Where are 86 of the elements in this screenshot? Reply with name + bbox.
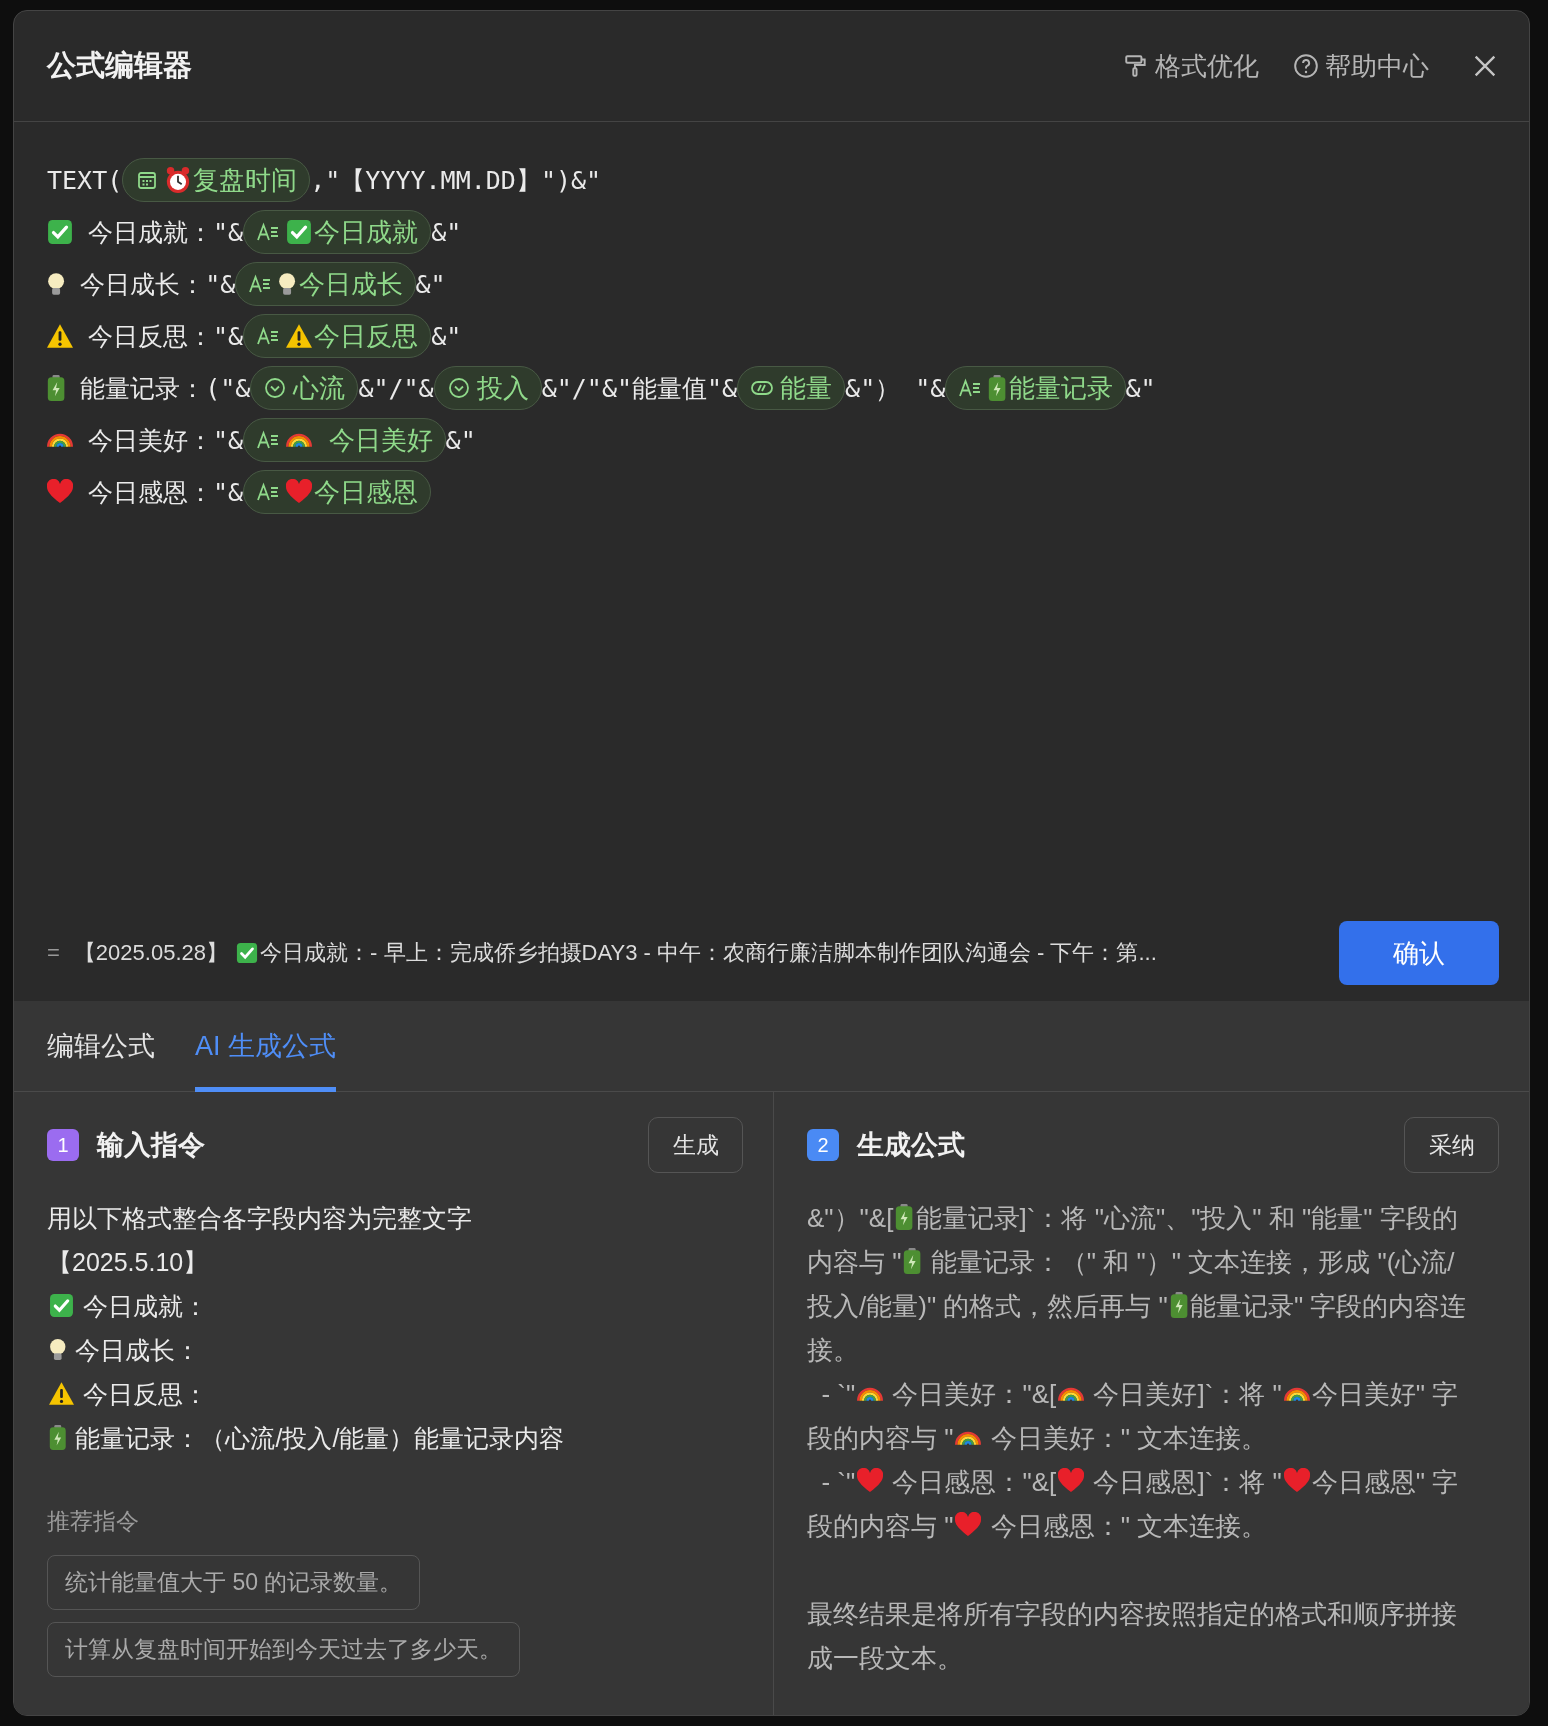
rainbow-icon [955,1431,982,1446]
generated-explanation: - `" 今日美好："&[ 今日美好]`：将 " 今日美好" 字段的内容与 " 今日美好：" 文本连接。 [807,1378,1460,1455]
instruction-line[interactable]: 今日反思： [47,1372,743,1416]
light-bulb-icon [278,271,297,297]
warning-icon [286,323,313,349]
field-reference-chip[interactable]: 今日反思 [243,314,432,358]
tab[interactable]: 编辑公式 [47,1001,155,1092]
heart-icon [1283,1468,1310,1495]
dialog-title: 公式编辑器 [47,48,193,83]
panel-title: 输入指令 [97,1129,206,1162]
battery-icon [1169,1292,1188,1319]
battery-icon [903,1248,922,1275]
battery-icon [895,1204,914,1231]
field-reference-chip[interactable]: 今日美好 [243,418,446,462]
field-reference-chip[interactable]: 复盘时间 [122,158,311,202]
generated-explanation: - `" 今日感恩："&[ 今日感恩]`：将 " 今日感恩" 字段的内容与 " 今日感恩：" 文本连接。 [807,1466,1460,1543]
paint-roller-icon [1123,53,1149,79]
formula-result-preview: 【2025.05.28】 今日成就：- 早上：完成侨乡拍摄DAY3 - 中午：农商行廉洁脚本制作团队沟通会 - 下午：第... [73,939,1158,967]
instruction-line[interactable]: 用以下格式整合各字段内容为完整文字 [47,1196,743,1240]
formula-text: 今日成长："& [79,268,236,301]
field-reference-chip[interactable]: 心流 [250,366,359,410]
instruction-line[interactable]: 今日成就： [47,1284,743,1328]
formula-text: ,"【YYYY.MM.DD】")&" [310,164,602,197]
panel-title: 生成公式 [857,1129,966,1162]
formula-text: &"/"& [358,373,434,403]
check-mark-icon [236,942,259,964]
formula-text: &"） "& [845,372,946,405]
chevron-circle-icon [263,376,288,400]
tab[interactable]: AI 生成公式 [195,1001,336,1092]
formula-text: 今日感恩："& [87,476,244,509]
battery-icon [988,375,1007,401]
rainbow-icon [1058,1387,1085,1402]
field-reference-chip[interactable]: 今日感恩 [243,470,432,514]
battery-icon [47,375,66,401]
formula-text: &" [431,321,462,351]
formula-text: 今日成就："& [87,216,244,249]
generate-button[interactable]: 生成 [648,1117,743,1173]
formula-text: TEXT( [47,165,123,195]
light-bulb-icon [47,271,66,297]
check-mark-icon [286,219,313,245]
field-reference-chip[interactable]: 能量记录 [945,366,1126,410]
heart-icon [1058,1468,1085,1495]
instruction-line[interactable]: 【2025.5.10】 [47,1240,743,1284]
check-mark-icon [47,219,73,245]
generated-explanation: 最终结果是将所有字段的内容按照指定的格式和顺序拼接成一段文本。 [807,1598,1458,1675]
rainbow-icon [47,432,73,448]
formula-text: &" [415,269,446,299]
field-reference-chip[interactable]: 投入 [433,366,542,410]
formula-text: 能量记录：("& [79,372,251,405]
field-reference-chip[interactable]: 能量 [737,366,846,410]
step-number: 2 [807,1129,839,1161]
instruction-line[interactable]: 能量记录：（心流/投入/能量）能量记录内容 [47,1416,743,1460]
warning-icon [47,323,73,349]
formula-text: &"/"&"能量值"& [541,372,738,405]
formula-text: &" [431,217,462,247]
instruction-line[interactable]: 今日成长： [47,1328,743,1372]
field-reference-chip[interactable]: 今日成就 [243,210,432,254]
rainbow-icon [286,432,313,448]
rainbow-icon [1283,1387,1310,1402]
header-action-link[interactable]: 格式优化 [1123,48,1259,84]
generated-explanation: &"）"&[ 能量记录]`：将 "心流"、"投入" 和 "能量" 字段的内容与 " 能量记录：（" 和 "）" 文本连接，形成 "(心流/投入/能量)" 的格式，然后再与 " 能量记录" 字段的内容连接。 [807,1202,1468,1367]
suggestions-label: 推荐指令 [47,1507,140,1536]
suggestion-chip[interactable]: 统计能量值大于 50 的记录数量。 [47,1555,421,1610]
chevron-circle-icon [446,376,471,400]
rainbow-icon [857,1387,884,1402]
adopt-button[interactable]: 采纳 [1404,1117,1499,1173]
formula-text: 今日美好："& [87,424,244,457]
heart-icon [286,479,313,505]
header-action-link[interactable]: 帮助中心 [1293,48,1429,84]
step-number: 1 [47,1129,79,1161]
field-reference-chip[interactable]: 今日成长 [235,262,416,306]
help-icon [1293,53,1319,79]
light-bulb-icon [49,1337,67,1362]
formula-text: &" [445,425,476,455]
formula-text: 今日反思："& [87,320,244,353]
heart-icon [857,1468,884,1495]
check-mark-icon [49,1293,74,1318]
equals-sign: = [47,940,60,966]
heart-icon [47,479,73,505]
formula-text: &" [1125,373,1156,403]
suggestion-chip[interactable]: 计算从复盘时间开始到今天过去了多少天。 [47,1622,520,1677]
confirm-button[interactable]: 确认 [1339,921,1499,985]
heart-icon [955,1512,982,1539]
warning-icon [49,1381,74,1406]
alarm-clock-icon [165,167,192,193]
battery-icon [49,1425,67,1450]
